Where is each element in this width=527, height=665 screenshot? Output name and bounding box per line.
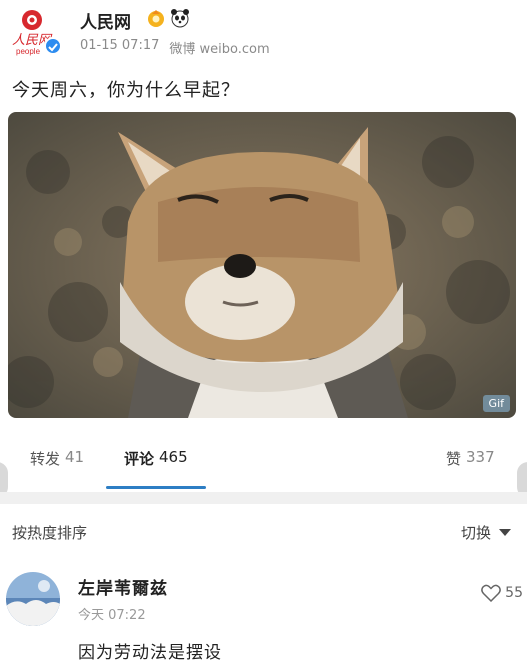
tab-repost-label: 转发: [30, 450, 61, 468]
gif-badge: Gif: [482, 395, 510, 412]
verified-icon: [44, 37, 62, 55]
active-tab-indicator: [106, 486, 206, 489]
tab-comments-count: 465: [159, 448, 188, 466]
author-badges: [146, 8, 190, 28]
post-text: 今天周六，你为什么早起？: [12, 80, 240, 101]
sort-switch-label: 切换: [460, 524, 491, 542]
comment-item: 左岸苇爾兹 今天 07:22 因为劳动法是摆设 55: [0, 558, 527, 665]
post-header: 人民网 people 人民网 01-15 07:17 微博 weibo.com: [0, 0, 527, 62]
tab-repost-count: 41: [65, 448, 85, 466]
panda-icon: [170, 8, 190, 28]
section-divider: [0, 492, 527, 504]
comment-like-count: 55: [505, 585, 523, 601]
sort-bar: 按热度排序 切换: [0, 504, 527, 558]
post-time: 01-15 07:17: [80, 38, 160, 53]
tab-comments[interactable]: 评论 465: [124, 448, 188, 469]
post-source: 微博 weibo.com: [169, 42, 270, 57]
heart-icon: [481, 584, 502, 602]
author-name[interactable]: 人民网: [80, 8, 131, 33]
tab-likes-count: 337: [466, 448, 495, 466]
comment-like-button[interactable]: 55: [481, 584, 523, 602]
comment-author[interactable]: 左岸苇爾兹: [78, 574, 168, 599]
comment-text: 因为劳动法是摆设: [78, 643, 222, 663]
post-meta: 01-15 07:17 微博 weibo.com: [80, 38, 270, 57]
medal-icon: [146, 8, 166, 28]
post-image[interactable]: Gif: [8, 112, 516, 418]
comment-time: 今天 07:22: [78, 608, 146, 623]
sort-label: 按热度排序: [12, 524, 88, 542]
sort-switch-button[interactable]: 切换: [461, 522, 511, 543]
comment-avatar[interactable]: [6, 572, 60, 626]
action-tabs: 转发 41 评论 465 赞 337: [0, 432, 527, 492]
caret-down-icon: [499, 529, 511, 536]
tab-comments-label: 评论: [124, 450, 155, 468]
tab-likes-label: 赞: [446, 450, 462, 468]
tab-likes[interactable]: 赞 337: [446, 448, 495, 469]
logo-subtext: people: [16, 47, 41, 56]
tab-repost[interactable]: 转发 41: [30, 448, 84, 469]
